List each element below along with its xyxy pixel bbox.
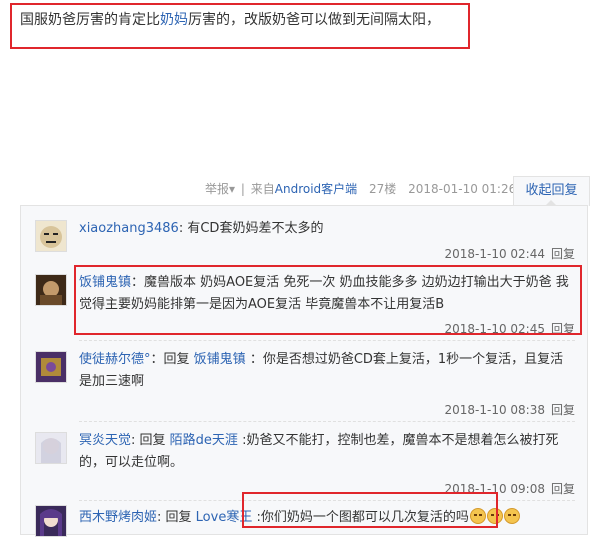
- comment-text: 冥炎天觉: 回复 陌路de天涯 :奶爸又不能打，控制也差，魔兽本不是想着怎么被打…: [79, 433, 559, 470]
- comment-username[interactable]: xiaozhang3486: [79, 221, 179, 236]
- divider: [79, 265, 575, 266]
- avatar[interactable]: [35, 505, 67, 537]
- comment-username[interactable]: 使徒赫尔德°: [79, 352, 151, 367]
- avatar[interactable]: [35, 274, 67, 306]
- comment-time: 2018-1-10 02:45: [444, 322, 545, 336]
- comment-time: 2018-1-10 09:08: [444, 482, 545, 496]
- comment-meta: 2018-1-10 02:44 回复: [444, 245, 575, 262]
- reply-prefix: 回复: [165, 510, 196, 525]
- client-link[interactable]: Android客户端: [275, 180, 357, 198]
- comment-body: 魔兽版本 奶妈AOE复活 免死一次 奶血技能多多 边奶边打输出大于奶爸 我觉得主…: [79, 275, 569, 312]
- main-post-text: 国服奶爸厉害的肯定比奶妈厉害的，改版奶爸可以做到无间隔太阳，: [20, 10, 480, 30]
- comment-time: 2018-1-10 02:44: [444, 247, 545, 261]
- reply-panel-arrow: [545, 200, 557, 206]
- chevron-down-icon: ▾: [229, 182, 236, 196]
- post-text-part1: 国服奶爸厉害的肯定比: [20, 12, 160, 28]
- divider: [79, 340, 575, 341]
- comment-text: 饭铺鬼镇：魔兽版本 奶妈AOE复活 免死一次 奶血技能多多 边奶边打输出大于奶爸…: [79, 275, 569, 312]
- reply-to-user[interactable]: 饭铺鬼镇: [194, 352, 246, 367]
- comment-body: 有CD套奶妈差不太多的: [187, 221, 324, 236]
- reply-prefix: 回复: [163, 352, 194, 367]
- reply-to-user[interactable]: 陌路de天涯: [170, 433, 238, 448]
- avatar[interactable]: [35, 351, 67, 383]
- avatar[interactable]: [35, 432, 67, 464]
- comment-time: 2018-1-10 08:38: [444, 403, 545, 417]
- reply-list: xiaozhang3486: 有CD套奶妈差不太多的 2018-1-10 02:…: [20, 205, 588, 537]
- post-time: 2018-01-10 01:26: [408, 182, 517, 196]
- emoji-icon: [503, 508, 520, 524]
- reply-button[interactable]: 回复: [551, 322, 575, 336]
- report-link[interactable]: 举报▾: [205, 180, 235, 198]
- reply-button[interactable]: 回复: [551, 482, 575, 496]
- divider: [79, 500, 575, 501]
- reply-button[interactable]: 回复: [551, 247, 575, 261]
- floor-number: 27楼: [369, 182, 397, 196]
- comment-body: :你们奶妈一个图都可以几次复活的吗: [252, 510, 469, 525]
- reply-prefix: 回复: [139, 433, 170, 448]
- emoji-icon: [469, 508, 486, 524]
- post-tail: 举报▾ | 来自Android客户端 27楼 2018-01-10 01:26: [205, 180, 516, 198]
- comment-text: xiaozhang3486: 有CD套奶妈差不太多的: [79, 221, 324, 236]
- comment-text: 使徒赫尔德°：回复 饭铺鬼镇 ：你是否想过奶爸CD套上复活，1秒一个复活，且复活…: [79, 352, 564, 389]
- comment-username[interactable]: 西木野烤肉姬: [79, 510, 157, 525]
- comment-meta: 2018-1-10 09:08 回复: [444, 480, 575, 497]
- reply-button[interactable]: 回复: [551, 403, 575, 417]
- post-text-part2: 厉害的，改版奶爸可以做到无间隔太阳，: [188, 12, 440, 28]
- comment-text: 西木野烤肉姬: 回复 Love寒王 :你们奶妈一个图都可以几次复活的吗: [79, 507, 573, 529]
- divider: [79, 421, 575, 422]
- comment-meta: 2018-1-10 08:38 回复: [444, 401, 575, 418]
- comment-meta: 2018-1-10 02:45 回复: [444, 320, 575, 337]
- comment-username[interactable]: 冥炎天觉: [79, 433, 131, 448]
- comment-username[interactable]: 饭铺鬼镇: [79, 275, 131, 290]
- reply-to-user[interactable]: Love寒王: [196, 510, 253, 525]
- from-label: 来自: [250, 182, 275, 196]
- avatar[interactable]: [35, 220, 67, 252]
- emoji-icon: [486, 508, 503, 524]
- tail-separator: |: [240, 182, 245, 196]
- post-text-highlight: 奶妈: [160, 12, 188, 28]
